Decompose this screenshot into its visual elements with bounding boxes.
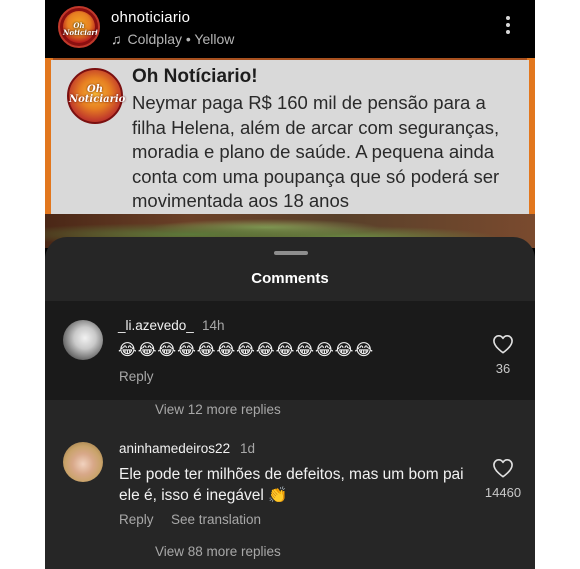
like-count: 36 (495, 361, 511, 376)
news-body: Neymar paga R$ 160 mil de pensão para a … (132, 92, 500, 211)
view-replies-button[interactable]: View 12 more replies (155, 402, 281, 417)
comment-username[interactable]: aninhamedeiros22 (119, 441, 230, 456)
avatar[interactable] (63, 320, 103, 360)
news-title: Oh Notíciario! (132, 66, 258, 87)
news-logo: Oh Noticiario (67, 68, 126, 124)
post-media[interactable]: Oh Noticiario Oh Notíciario! Neymar paga… (45, 58, 535, 248)
logo-lettering: Oh Noticiario (63, 21, 100, 37)
comments-sheet: Comments _li.azevedo_ 14h 😂😂😂😂😂😂😂😂😂😂😂😂😂 … (45, 237, 535, 569)
comment-time: 14h (202, 318, 225, 333)
avatar[interactable] (63, 442, 103, 482)
reply-button[interactable]: Reply (119, 369, 154, 384)
like-count: 14460 (484, 485, 522, 500)
brand-logo: Oh Noticiario (63, 11, 100, 43)
music-track: Coldplay • Yellow (127, 31, 235, 47)
comment-text: Ele pode ter milhões de defeitos, mas um… (119, 466, 464, 504)
heart-outline-icon[interactable] (492, 334, 514, 354)
comment-text: 😂😂😂😂😂😂😂😂😂😂😂😂😂 (118, 342, 375, 359)
music-note-icon: ♫ (111, 31, 122, 47)
comment-time: 1d (240, 441, 256, 456)
drag-handle[interactable] (274, 251, 308, 255)
post-header: Oh Noticiario ohnoticiario ♫ Coldplay • … (45, 0, 535, 56)
comment-username[interactable]: _li.azevedo_ (118, 318, 194, 333)
post-username[interactable]: ohnoticiario (111, 9, 190, 26)
reply-button[interactable]: Reply (119, 512, 154, 527)
view-replies-button[interactable]: View 88 more replies (155, 544, 281, 559)
news-logo-lettering: Oh Noticiario (69, 84, 126, 105)
heart-outline-icon[interactable] (492, 458, 514, 478)
profile-avatar[interactable]: Oh Noticiario (58, 6, 100, 48)
music-label[interactable]: ♫ Coldplay • Yellow (111, 31, 234, 47)
news-card: Oh Noticiario Oh Notíciario! Neymar paga… (51, 60, 529, 214)
phone-screen: Oh Noticiario ohnoticiario ♫ Coldplay • … (45, 0, 535, 569)
see-translation-button[interactable]: See translation (171, 512, 261, 527)
sheet-title: Comments (251, 270, 329, 287)
more-vertical-icon[interactable] (502, 16, 514, 40)
